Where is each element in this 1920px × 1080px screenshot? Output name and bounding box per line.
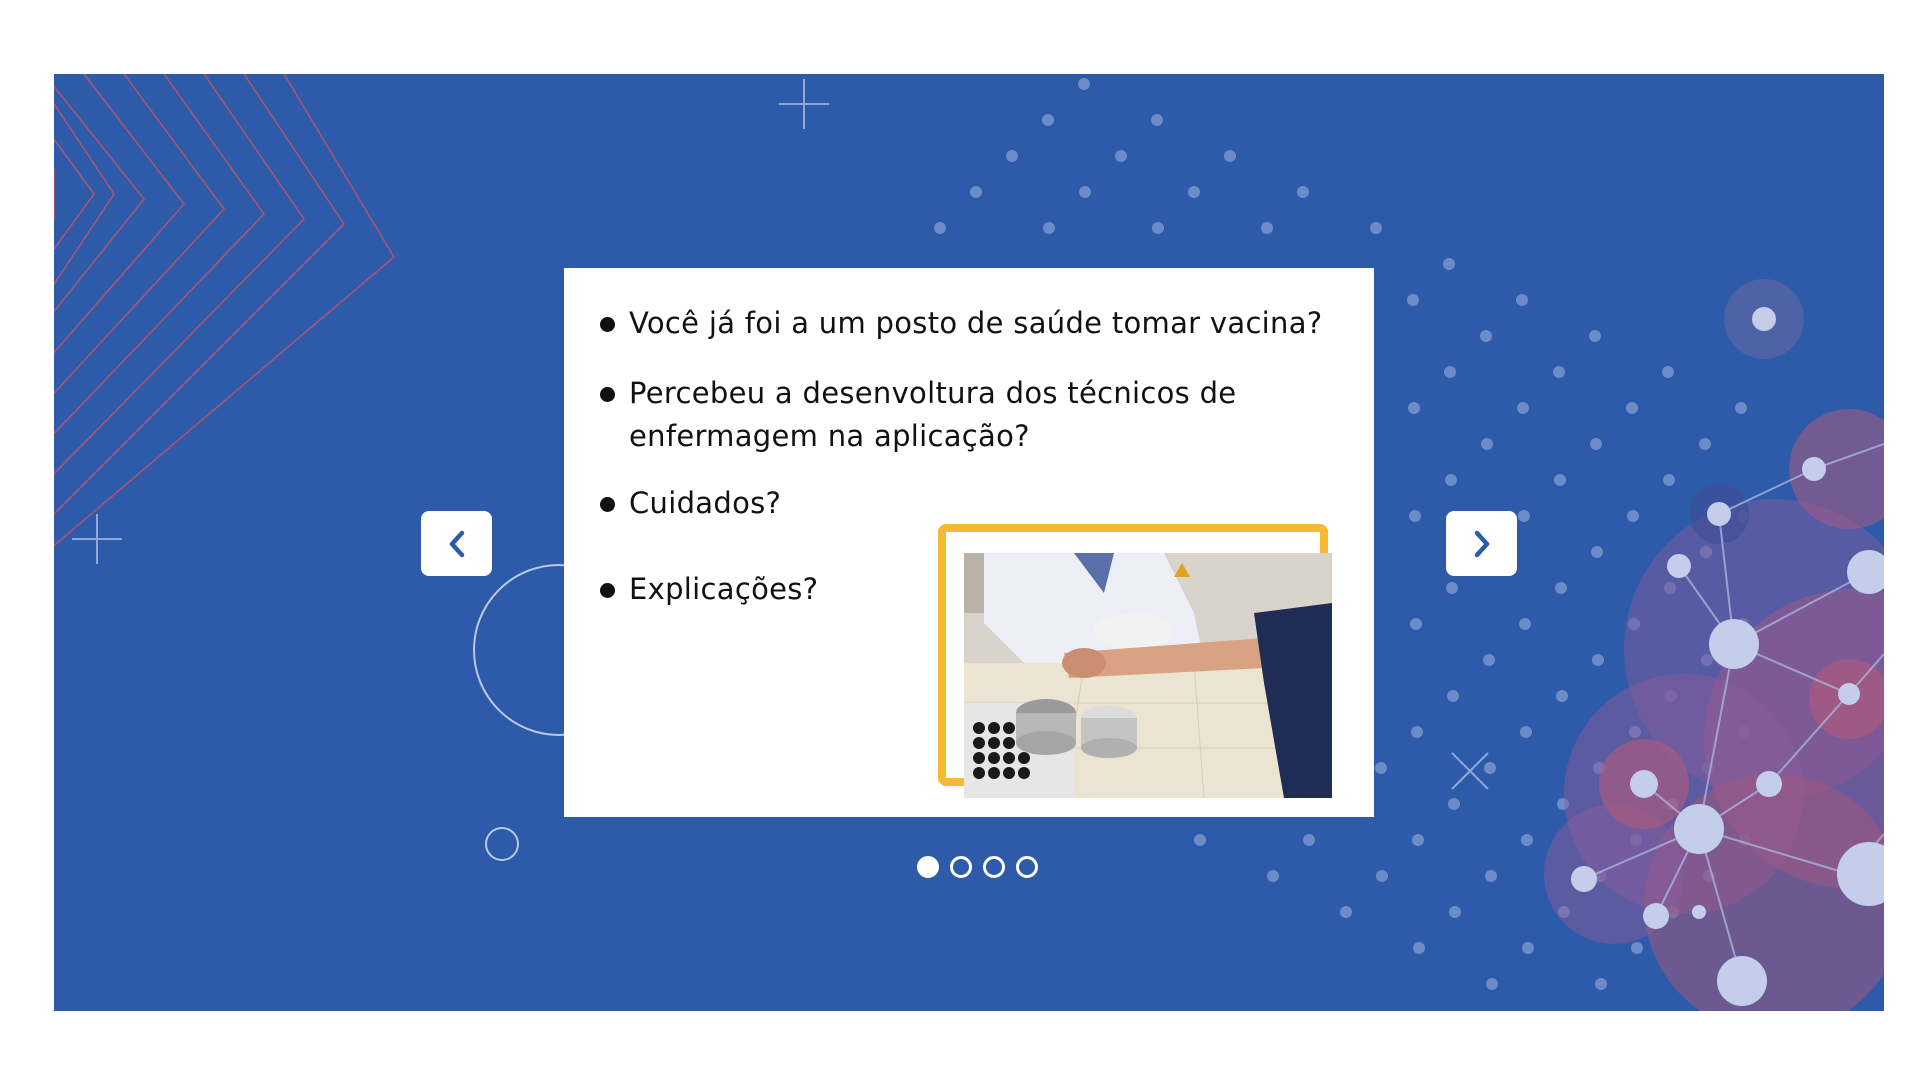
vaccination-photo <box>964 553 1332 798</box>
bullet-dot-icon <box>600 317 615 332</box>
content-card: Você já foi a um posto de saúde tomar va… <box>564 268 1374 817</box>
list-item: Percebeu a desenvoltura dos técnicos de … <box>600 372 1320 458</box>
list-item: Você já foi a um posto de saúde tomar va… <box>600 302 1340 345</box>
pagination-dot-2[interactable] <box>950 856 972 878</box>
list-item: Cuidados? <box>600 482 1340 525</box>
bullet-dot-icon <box>600 387 615 402</box>
chevron-left-icon <box>449 530 464 557</box>
slide-stage: Você já foi a um posto de saúde tomar va… <box>54 74 1884 1011</box>
previous-slide-button[interactable] <box>421 511 492 576</box>
pagination-dot-3[interactable] <box>983 856 1005 878</box>
pagination-dot-1[interactable] <box>917 856 939 878</box>
slide-pagination <box>917 856 1038 884</box>
pagination-dot-4[interactable] <box>1016 856 1038 878</box>
vaccination-illustration <box>964 553 1332 798</box>
bullet-dot-icon <box>600 583 615 598</box>
chevron-right-icon <box>1474 530 1489 557</box>
bullet-dot-icon <box>600 497 615 512</box>
next-slide-button[interactable] <box>1446 511 1517 576</box>
